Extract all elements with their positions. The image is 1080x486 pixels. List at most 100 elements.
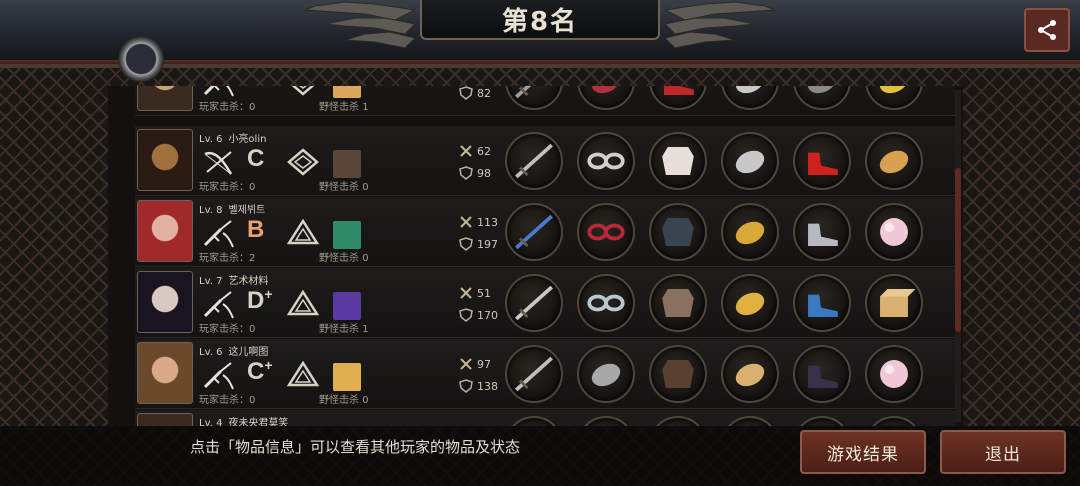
crossed-swords-icon [460, 145, 472, 157]
defense-stat: 197 [459, 237, 498, 251]
item-slot[interactable] [721, 132, 779, 190]
grade-letter: C [247, 358, 265, 385]
defense-stat: 82 [459, 86, 491, 100]
player-avatar[interactable] [137, 86, 193, 111]
rank-emblem-icon [286, 360, 320, 389]
player-grade: C [247, 86, 264, 93]
monster-kills-value: 0 [362, 182, 369, 193]
item-slot[interactable] [721, 416, 779, 426]
item-slot[interactable] [865, 132, 923, 190]
sword-icon [201, 217, 237, 249]
item-slot[interactable] [649, 86, 707, 110]
player-row[interactable]: Lv. 7 艺术材料 D+ 玩家击杀：0 野怪击杀 1 51 170 [135, 268, 955, 338]
item-slot[interactable] [577, 132, 635, 190]
item-slot[interactable] [505, 416, 563, 426]
item-slot[interactable] [649, 416, 707, 426]
item-slot[interactable] [505, 132, 563, 190]
item-slot[interactable] [793, 203, 851, 261]
player-row[interactable]: Lv. 6 小亮olin C 玩家击杀：0 野怪击杀 0 62 98 [135, 126, 955, 196]
item-slot[interactable] [577, 345, 635, 403]
item-slot[interactable] [793, 345, 851, 403]
item-slot[interactable] [505, 86, 563, 110]
player-grade: C+ [247, 357, 273, 386]
item-slot[interactable] [793, 274, 851, 332]
player-avatar[interactable] [137, 342, 193, 404]
player-avatar[interactable] [137, 200, 193, 262]
share-button[interactable] [1024, 8, 1070, 52]
leather-coat-icon [651, 360, 705, 401]
player-kills-value: 0 [249, 182, 256, 193]
defense-stat: 138 [459, 379, 498, 393]
player-avatar[interactable] [137, 413, 193, 426]
item-slot[interactable] [865, 416, 923, 426]
player-level-name: Lv. 6 小亮olin [199, 130, 266, 145]
item-slot[interactable] [649, 274, 707, 332]
item-slot[interactable] [577, 274, 635, 332]
item-slot[interactable] [793, 86, 851, 110]
player-avatar[interactable] [137, 271, 193, 333]
grade-plus: + [264, 286, 273, 302]
player-row[interactable]: Lv. 8 벨제뷔트 B 玩家击杀：2 野怪击杀 0 113 197 [135, 197, 955, 267]
player-level-name: Lv. 8 벨제뷔트 [199, 201, 265, 216]
player-level: Lv. 4 [199, 418, 223, 426]
item-slot[interactable] [577, 203, 635, 261]
item-slot[interactable] [793, 132, 851, 190]
exit-button[interactable]: 退出 [940, 430, 1066, 474]
game-result-button[interactable]: 游戏结果 [800, 430, 926, 474]
item-slot[interactable] [721, 274, 779, 332]
player-kills: 玩家击杀：0 [199, 178, 255, 193]
item-slot[interactable] [649, 132, 707, 190]
item-slot[interactable] [505, 203, 563, 261]
player-row[interactable]: Lv. 4 夜未央君莫笑 [135, 410, 955, 426]
item-slot[interactable] [865, 203, 923, 261]
grade-letter: D [247, 287, 265, 314]
defense-value: 197 [477, 237, 498, 251]
defense-value: 170 [477, 308, 498, 322]
monster-kills-label: 野怪击杀 [319, 182, 363, 193]
item-slot[interactable] [865, 345, 923, 403]
player-list[interactable]: C玩家击杀：0野怪击杀 182Lv. 6小亮olinC玩家击杀：0野怪击杀 06… [108, 86, 963, 426]
gauntlet-icon [723, 86, 777, 108]
player-level-name: Lv. 7 艺术材料 [199, 272, 268, 287]
item-slot[interactable] [577, 86, 635, 110]
crossed-swords-icon [460, 287, 472, 299]
item-slot[interactable] [793, 416, 851, 426]
player-row[interactable]: Lv. 6 这儿啊图 C+ 玩家击杀：0 野怪击杀 0 97 138 [135, 339, 955, 409]
box-icon [867, 289, 921, 330]
attack-stat: 113 [459, 215, 498, 229]
sword-icon [201, 288, 237, 320]
player-avatar[interactable] [137, 129, 193, 191]
item-slot[interactable] [721, 345, 779, 403]
striped-bag-icon [579, 86, 633, 108]
item-slot[interactable] [865, 274, 923, 332]
scrollbar-thumb[interactable] [955, 168, 961, 332]
gold-bracelet-icon [723, 221, 777, 259]
player-kills-label: 玩家击杀： [199, 324, 249, 335]
player-level-name: Lv. 6 这儿啊图 [199, 343, 268, 358]
item-slot[interactable] [577, 416, 635, 426]
player-row[interactable]: C 玩家击杀：0 野怪击杀 1 82 [135, 86, 955, 116]
item-slots [505, 345, 945, 403]
rank-emblem-icon [286, 218, 320, 247]
player-kills: 玩家击杀：2 [199, 249, 255, 264]
knife-icon [507, 285, 561, 330]
gold-bracer-icon [723, 292, 777, 330]
item-slot[interactable] [721, 86, 779, 110]
pet-icon [333, 150, 361, 178]
player-name: 夜未央君莫笑 [228, 418, 289, 426]
item-slot[interactable] [721, 203, 779, 261]
monster-kills: 野怪击杀 0 [319, 178, 369, 193]
item-slot[interactable] [649, 345, 707, 403]
item-slot[interactable] [505, 274, 563, 332]
item-slot[interactable] [649, 203, 707, 261]
item-slot[interactable] [865, 86, 923, 110]
item-slot[interactable] [505, 345, 563, 403]
glasses-icon [579, 152, 633, 188]
shield-icon [459, 237, 473, 251]
tambourine-icon [867, 150, 921, 188]
cloak-icon [651, 289, 705, 330]
red-mask-icon [579, 223, 633, 259]
blue-boots-icon [795, 294, 849, 330]
player-kills-label: 玩家击杀： [199, 182, 249, 193]
player-grade: B [247, 215, 264, 244]
